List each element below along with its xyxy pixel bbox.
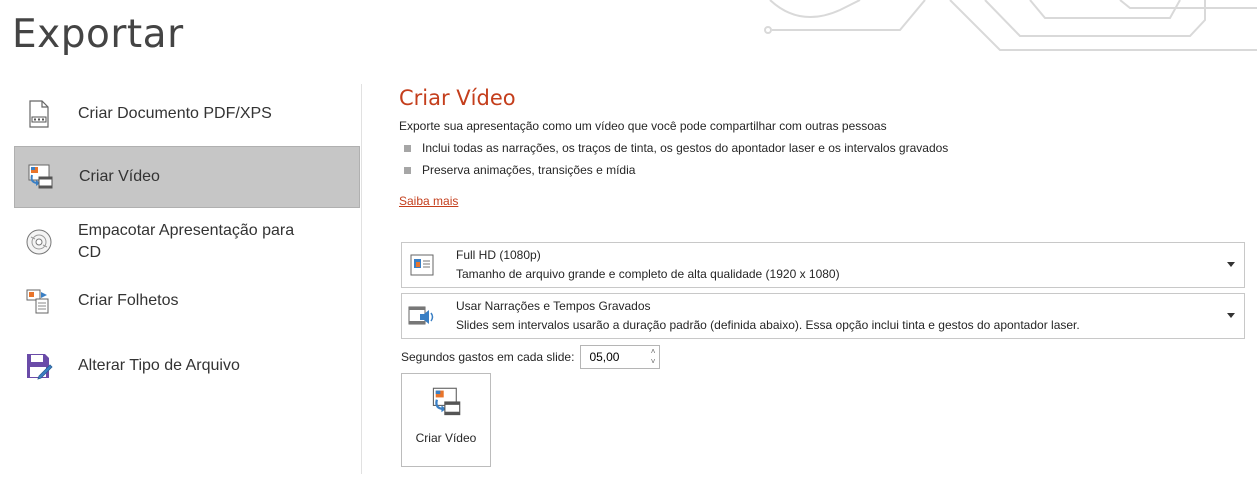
nav-item-label: Alterar Tipo de Arquivo — [78, 357, 240, 374]
nav-item-label: Criar Vídeo — [79, 168, 160, 185]
quality-dropdown[interactable]: Full HD (1080p) Tamanho de arquivo grand… — [401, 242, 1245, 288]
narration-speaker-icon — [408, 302, 436, 330]
seconds-per-slide-row: Segundos gastos em cada slide: ˄ ˅ — [401, 345, 661, 369]
bullet-item: Inclui todas as narrações, os traços de … — [399, 141, 1245, 155]
narration-subtitle: Slides sem intervalos usarão a duração p… — [456, 318, 1080, 332]
learn-more-link[interactable]: Saiba mais — [399, 194, 458, 208]
video-icon — [430, 386, 462, 423]
bullet-square-icon — [404, 166, 411, 174]
create-video-button[interactable]: Criar Vídeo — [401, 373, 491, 467]
stepper-arrows[interactable]: ˄ ˅ — [651, 347, 656, 367]
page-title: Exportar — [12, 12, 184, 57]
handouts-icon — [24, 286, 54, 316]
narration-title: Usar Narrações e Tempos Gravados — [456, 299, 651, 313]
bullet-item: Preserva animações, transições e mídia — [399, 163, 1245, 177]
create-video-button-label: Criar Vídeo — [415, 431, 477, 445]
nav-divider — [361, 84, 362, 474]
chevron-down-icon — [1227, 262, 1235, 267]
bullet-text: Preserva animações, transições e mídia — [422, 163, 636, 177]
bullet-text: Inclui todas as narrações, os traços de … — [422, 141, 949, 155]
nav-item-create-pdf[interactable]: Criar Documento PDF/XPS — [14, 84, 360, 144]
export-options-nav: Criar Documento PDF/XPS Criar Vídeo Empa… — [6, 78, 360, 478]
nav-item-change-file-type[interactable]: Alterar Tipo de Arquivo — [14, 336, 360, 396]
save-as-icon — [24, 351, 54, 381]
decorative-circuit-graphic — [764, 0, 1257, 51]
chevron-up-icon[interactable]: ˄ — [651, 347, 656, 357]
nav-item-package-cd[interactable]: Empacotar Apresentação para CD — [14, 212, 360, 272]
quality-subtitle: Tamanho de arquivo grande e completo de … — [456, 267, 840, 281]
cd-icon — [24, 227, 54, 257]
chevron-down-icon[interactable]: ˅ — [651, 357, 656, 367]
chevron-down-icon — [1227, 313, 1235, 318]
seconds-stepper[interactable]: ˄ ˅ — [580, 345, 661, 369]
nav-item-label: Criar Documento PDF/XPS — [78, 105, 272, 122]
presentation-quality-icon — [408, 251, 436, 279]
seconds-input[interactable] — [581, 350, 638, 364]
section-title: Criar Vídeo — [399, 86, 516, 110]
nav-item-label: Criar Folhetos — [78, 292, 179, 309]
pdf-document-icon — [24, 99, 54, 129]
video-icon — [25, 162, 55, 192]
section-description: Exporte sua apresentação como um vídeo q… — [399, 119, 887, 133]
bullet-square-icon — [404, 144, 411, 152]
nav-item-create-handouts[interactable]: Criar Folhetos — [14, 274, 360, 328]
quality-title: Full HD (1080p) — [456, 248, 541, 262]
create-video-panel: Criar Vídeo Exporte sua apresentação com… — [399, 86, 1245, 210]
narration-dropdown[interactable]: Usar Narrações e Tempos Gravados Slides … — [401, 293, 1245, 339]
nav-item-create-video[interactable]: Criar Vídeo — [14, 146, 360, 208]
seconds-label: Segundos gastos em cada slide: — [401, 350, 575, 364]
nav-item-label: Empacotar Apresentação para CD — [78, 222, 295, 261]
